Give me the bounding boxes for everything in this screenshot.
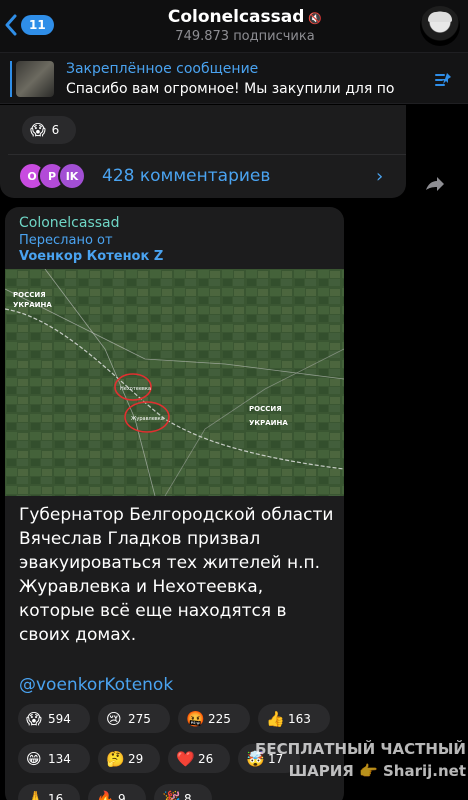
comments-label: 428 комментариев (102, 166, 271, 186)
comments-button[interactable]: O P IK 428 комментариев (18, 160, 270, 192)
reaction-chip[interactable]: 😁 134 (18, 744, 90, 773)
reaction-count: 9 (118, 791, 126, 800)
map-label-town: Нехотеевка (120, 386, 151, 392)
share-icon[interactable] (420, 170, 448, 198)
reaction-count: 29 (128, 751, 144, 766)
mute-icon: 🔇 (308, 12, 323, 25)
reaction-count: 134 (48, 751, 71, 766)
scream-icon: 😱 (30, 121, 46, 139)
commenter-avatar: IK (58, 162, 86, 190)
pinned-title: Закреплённое сообщение (66, 61, 259, 77)
map-label-ukraine: УКРАИНА (249, 419, 288, 427)
map-label-ukraine: УКРАИНА (13, 301, 52, 309)
avatar-cap (428, 12, 452, 22)
watermark-line: ШАРИЯ 👉 Sharij.net (288, 762, 466, 780)
reaction-chip[interactable]: 🙏 16 (18, 784, 80, 800)
chat-header: 11 Colonelcassad 🔇 749.873 подписчика (0, 0, 468, 52)
map-label-russia: РОССИЯ (13, 291, 46, 299)
mention-link[interactable]: @voenkorKotenok (19, 675, 173, 695)
reaction-count: 163 (288, 711, 311, 726)
subscriber-count: 749.873 подписчика (175, 29, 315, 44)
pinned-thumbnail (16, 61, 54, 97)
fire-icon: 🔥 (96, 789, 115, 800)
channel-title: Colonelcassad (167, 7, 305, 27)
reaction-count: 225 (208, 711, 231, 726)
channel-title-area[interactable]: Colonelcassad 🔇 749.873 подписчика (120, 7, 370, 44)
watermark-line: БЕСПЛАТНЫЙ ЧАСТНЫЙ (254, 740, 466, 758)
map-label-russia: РОССИЯ (249, 405, 282, 413)
heart-icon: ❤️ (176, 749, 195, 768)
scream-icon: 😱 (26, 709, 42, 728)
map-label-town: Журавлевка (131, 416, 164, 422)
message-text: Губернатор Белгородской области Вячеслав… (19, 505, 334, 645)
pray-icon: 🙏 (26, 789, 45, 800)
forwarded-source[interactable]: Voенкор Котенок Z (19, 249, 163, 264)
crying-icon: 😢 (106, 709, 122, 728)
pinned-text: Спасибо вам огромное! Мы закупили для по (66, 81, 395, 97)
reaction-count: 8 (184, 791, 192, 800)
reaction-count: 275 (128, 711, 151, 726)
reaction-chip[interactable]: 🤔 29 (98, 744, 160, 773)
chevron-right-icon[interactable]: › (376, 166, 383, 187)
unread-badge: 11 (21, 15, 54, 35)
thumbs-up-icon: 👍 (266, 709, 285, 728)
comments-divider (8, 154, 406, 155)
watermark: БЕСПЛАТНЫЙ ЧАСТНЫЙ ШАРИЯ 👉 Sharij.net (238, 738, 466, 782)
reaction-chip[interactable]: 😱 6 (22, 116, 76, 144)
sender-name[interactable]: Colonelcassad (19, 215, 120, 231)
channel-avatar[interactable] (420, 6, 460, 46)
reaction-chip[interactable]: 🤬 225 (178, 704, 250, 733)
thinking-icon: 🤔 (106, 749, 125, 768)
reaction-chip[interactable]: 👍 163 (258, 704, 330, 733)
reaction-chip[interactable]: 🎉 8 (154, 784, 212, 800)
reaction-chip[interactable]: ❤️ 26 (168, 744, 230, 773)
reaction-count: 26 (198, 751, 214, 766)
forwarded-label: Переслано от (19, 233, 113, 248)
pinned-message-bar[interactable]: Закреплённое сообщение Спасибо вам огром… (0, 52, 468, 104)
party-popper-icon: 🎉 (162, 789, 181, 800)
grin-icon: 😁 (26, 749, 42, 768)
satellite-map-image[interactable]: РОССИЯ УКРАИНА РОССИЯ УКРАИНА Нехотеевка… (5, 269, 344, 496)
pin-list-icon[interactable] (432, 69, 454, 91)
reaction-chip[interactable]: 🔥 9 (88, 784, 146, 800)
reaction-count: 594 (48, 711, 71, 726)
chevron-left-icon (5, 14, 17, 36)
reaction-chip[interactable]: 😱 594 (18, 704, 90, 733)
back-button[interactable]: 11 (4, 14, 54, 36)
reaction-chip[interactable]: 😢 275 (98, 704, 170, 733)
reaction-count: 16 (48, 791, 64, 800)
angry-icon: 🤬 (186, 709, 205, 728)
reaction-count: 6 (51, 123, 60, 137)
pinned-indicator (10, 61, 12, 97)
